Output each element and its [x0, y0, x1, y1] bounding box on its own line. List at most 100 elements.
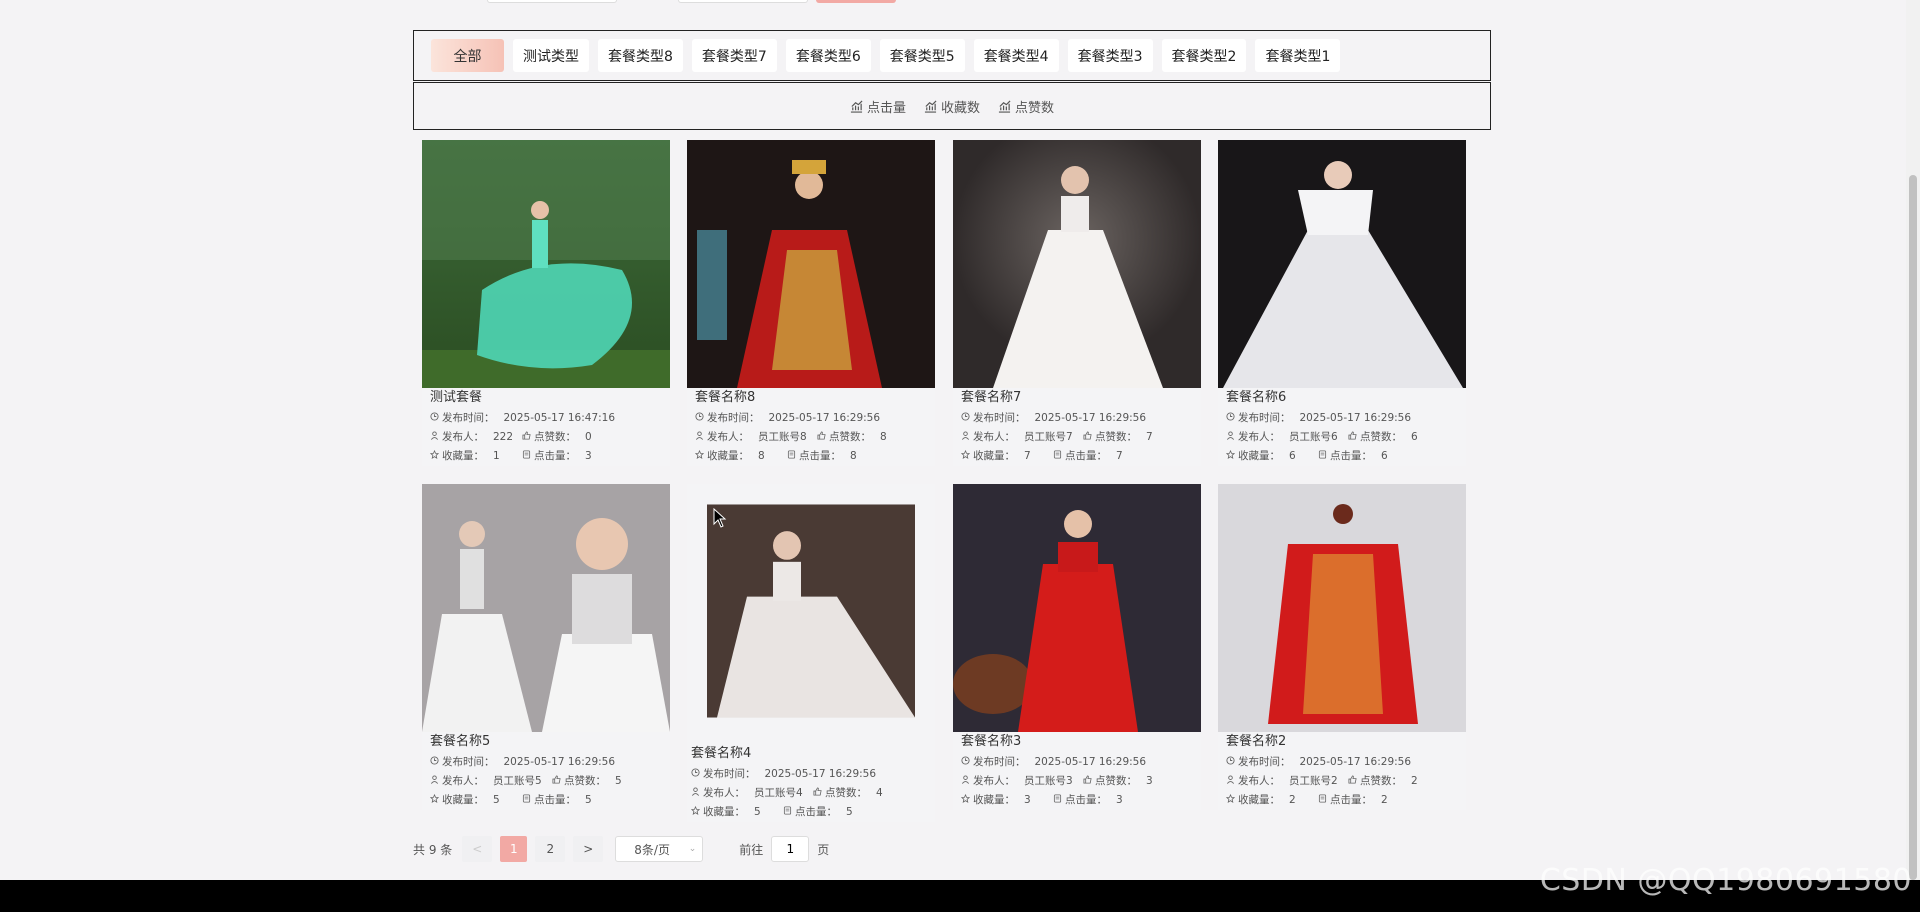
- page-size-select[interactable]: 8条/页 ⌄: [615, 836, 704, 862]
- publish-time-value: 2025-05-17 16:29:56: [1034, 412, 1147, 424]
- likes-value: 7: [1146, 431, 1153, 443]
- favorites: 收藏量： 6: [1225, 447, 1318, 466]
- category-type8[interactable]: 套餐类型8: [598, 39, 683, 72]
- thumb-up-icon: [1348, 428, 1357, 447]
- package-title[interactable]: 套餐名称7: [961, 390, 1201, 406]
- category-type4[interactable]: 套餐类型4: [973, 39, 1059, 72]
- package-photo[interactable]: [953, 484, 1201, 732]
- publish-time: 发布时间： 2025-05-17 16:29:56: [961, 753, 1146, 772]
- clicks: 点击量： 3: [522, 447, 592, 466]
- package-title[interactable]: 测试套餐: [430, 390, 670, 406]
- publisher: 发布人： 222: [430, 428, 522, 447]
- package-card[interactable]: 测试套餐 发布时间： 2025-05-17 16:47:16 发布人： 222 点赞…: [422, 140, 670, 466]
- package-card[interactable]: 套餐名称7 发布时间： 2025-05-17 16:29:56 发布人： 员工账号7…: [953, 140, 1201, 466]
- document-icon: [522, 791, 531, 810]
- clicks-value: 5: [846, 806, 853, 818]
- package-photo[interactable]: [1218, 140, 1466, 388]
- scrollbar[interactable]: [1906, 0, 1920, 880]
- clock-icon: [691, 765, 700, 784]
- clock-icon: [430, 753, 439, 772]
- page-size-value: 8条/页: [634, 842, 670, 857]
- category-type1[interactable]: 套餐类型1: [1255, 39, 1341, 72]
- package-photo[interactable]: [687, 140, 935, 388]
- publisher: 发布人： 员工账号7: [961, 428, 1083, 447]
- favorites-value: 3: [1024, 794, 1031, 806]
- star-icon: [429, 447, 440, 466]
- package-card[interactable]: 套餐名称3 发布时间： 2025-05-17 16:29:56 发布人： 员工账号3…: [953, 484, 1201, 810]
- publisher: 发布人： 员工账号8: [695, 428, 817, 447]
- publisher-value: 员工账号4: [754, 787, 803, 799]
- publish-time-value: 2025-05-17 16:29:56: [764, 768, 877, 780]
- package-photo[interactable]: [422, 484, 670, 732]
- package-card[interactable]: 套餐名称8 发布时间： 2025-05-17 16:29:56 发布人： 员工账号8…: [687, 140, 935, 466]
- thumb-up-icon: [1083, 428, 1092, 447]
- package-title[interactable]: 套餐名称3: [961, 734, 1201, 750]
- thumb-up-icon: [552, 772, 561, 791]
- user-icon: [961, 428, 970, 447]
- next-page-button[interactable]: >: [573, 836, 604, 862]
- publish-time: 发布时间： 2025-05-17 16:29:56: [961, 409, 1146, 428]
- star-icon: [1225, 791, 1236, 810]
- clock-icon: [961, 409, 970, 428]
- category-type2[interactable]: 套餐类型2: [1161, 39, 1247, 72]
- page-2-button[interactable]: 2: [535, 836, 566, 862]
- likes-value: 6: [1411, 431, 1418, 443]
- user-icon: [691, 784, 700, 803]
- publisher: 发布人： 员工账号4: [691, 784, 813, 803]
- favorites-value: 6: [1289, 450, 1296, 462]
- package-title[interactable]: 套餐名称4: [691, 746, 935, 762]
- package-title[interactable]: 套餐名称5: [430, 734, 670, 750]
- category-type6[interactable]: 套餐类型6: [785, 39, 871, 72]
- publisher-value: 员工账号8: [758, 431, 807, 443]
- category-type7[interactable]: 套餐类型7: [691, 39, 777, 72]
- thumb-up-icon: [1348, 772, 1357, 791]
- publish-time: 发布时间： 2025-05-17 16:47:16: [430, 409, 615, 428]
- document-icon: [1318, 791, 1327, 810]
- publish-time: 发布时间： 2025-05-17 16:29:56: [1226, 753, 1411, 772]
- package-card[interactable]: 套餐名称2 发布时间： 2025-05-17 16:29:56 发布人： 员工账号2…: [1218, 484, 1466, 810]
- package-card[interactable]: 套餐名称5 发布时间： 2025-05-17 16:29:56 发布人： 员工账号5…: [422, 484, 670, 810]
- clock-icon: [430, 409, 439, 428]
- publish-time: 发布时间： 2025-05-17 16:29:56: [691, 765, 876, 784]
- category-test-type[interactable]: 测试类型: [513, 39, 589, 72]
- clock-icon: [695, 409, 704, 428]
- sort-by-likes[interactable]: 点赞数: [998, 97, 1054, 116]
- package-title[interactable]: 套餐名称2: [1226, 734, 1466, 750]
- publish-time: 发布时间： 2025-05-17 16:29:56: [1226, 409, 1411, 428]
- chart-icon: [924, 100, 937, 113]
- prev-page-button[interactable]: <: [462, 836, 493, 862]
- publisher: 发布人： 员工账号6: [1226, 428, 1348, 447]
- star-icon: [690, 803, 701, 822]
- page-1-button[interactable]: 1: [500, 836, 528, 862]
- favorites-value: 5: [754, 806, 761, 818]
- category-type3[interactable]: 套餐类型3: [1067, 39, 1153, 72]
- package-title[interactable]: 套餐名称8: [695, 390, 935, 406]
- package-card[interactable]: 套餐名称4 发布时间： 2025-05-17 16:29:56 发布人： 员工账号4…: [687, 484, 935, 822]
- package-photo[interactable]: [422, 140, 670, 388]
- favorites: 收藏量： 2: [1225, 791, 1318, 810]
- clock-icon: [961, 753, 970, 772]
- clicks-value: 3: [1116, 794, 1123, 806]
- goto-page-input[interactable]: [771, 836, 810, 862]
- package-photo[interactable]: [953, 140, 1201, 388]
- publish-time-value: 2025-05-17 16:29:56: [768, 412, 881, 424]
- sort-by-clicks[interactable]: 点击量: [850, 97, 906, 116]
- scrollbar-thumb[interactable]: [1909, 175, 1917, 880]
- package-card[interactable]: 套餐名称6 发布时间： 2025-05-17 16:29:56 发布人： 员工账号6…: [1218, 140, 1466, 466]
- likes-value: 5: [615, 775, 622, 787]
- publish-time-value: 2025-05-17 16:29:56: [503, 756, 616, 768]
- favorites: 收藏量： 3: [960, 791, 1053, 810]
- package-photo[interactable]: [1218, 484, 1466, 732]
- publisher-value: 员工账号6: [1289, 431, 1338, 443]
- category-all[interactable]: 全部: [431, 39, 504, 72]
- clock-icon: [1226, 753, 1235, 772]
- sort-label: 点击量: [866, 100, 906, 116]
- category-type5[interactable]: 套餐类型5: [879, 39, 965, 72]
- document-icon: [1053, 791, 1062, 810]
- favorites: 收藏量： 7: [960, 447, 1053, 466]
- favorites-value: 7: [1024, 450, 1031, 462]
- package-title[interactable]: 套餐名称6: [1226, 390, 1466, 406]
- user-icon: [1226, 772, 1235, 791]
- sort-by-favorites[interactable]: 收藏数: [924, 97, 980, 116]
- favorites: 收藏量： 5: [429, 791, 522, 810]
